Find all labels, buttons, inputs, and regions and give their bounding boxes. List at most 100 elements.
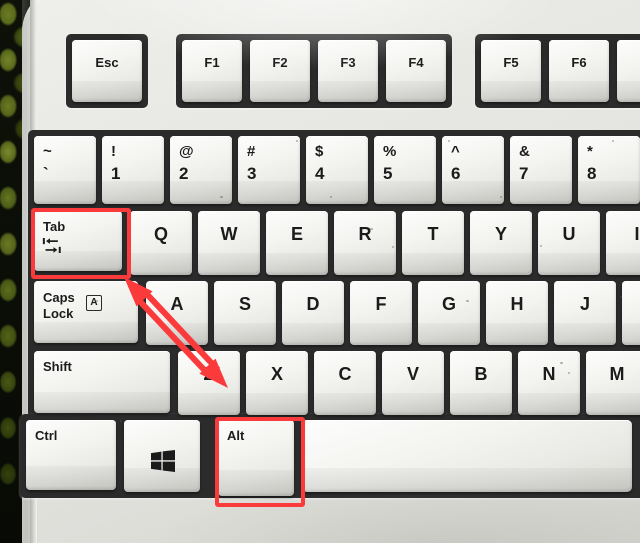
key-win[interactable] xyxy=(124,420,200,492)
key-g[interactable]: G xyxy=(418,281,480,345)
key-i[interactable]: I xyxy=(606,211,640,275)
key-tab[interactable]: Tab xyxy=(34,211,122,271)
key-label: Caps Lock xyxy=(43,290,75,322)
key-q[interactable]: Q xyxy=(130,211,192,275)
key-s[interactable]: S xyxy=(214,281,276,345)
key-n[interactable]: N xyxy=(518,351,580,415)
key-label: F4 xyxy=(408,55,424,71)
key-esc[interactable]: Esc xyxy=(72,40,142,102)
key-upper-legend: ~ xyxy=(43,143,52,160)
key-label: B xyxy=(474,364,488,385)
key-lower-legend: 5 xyxy=(383,164,393,183)
key-label: Z xyxy=(203,364,215,385)
key-k[interactable]: K xyxy=(622,281,640,345)
key-x[interactable]: X xyxy=(246,351,308,415)
key-label: V xyxy=(406,364,419,385)
key-label: Esc xyxy=(95,55,119,71)
key-label: A xyxy=(170,294,184,315)
key-label: F xyxy=(375,294,387,315)
key-f1[interactable]: F1 xyxy=(182,40,242,102)
key-digit4[interactable]: $4 xyxy=(306,136,368,204)
key-v[interactable]: V xyxy=(382,351,444,415)
key-digit8[interactable]: * 8 xyxy=(578,136,640,204)
key-lower-legend: 2 xyxy=(179,164,189,183)
key-digit7[interactable]: & 7 xyxy=(510,136,572,204)
key-digit1[interactable]: ! 1 xyxy=(102,136,164,204)
key-f[interactable]: F xyxy=(350,281,412,345)
key-backtick[interactable]: ~ ` xyxy=(34,136,96,204)
key-upper-legend: ^ xyxy=(451,143,460,160)
key-lower-legend: 6 xyxy=(451,164,461,183)
key-c[interactable]: C xyxy=(314,351,376,415)
key-f2[interactable]: F2 xyxy=(250,40,310,102)
screenshot-canvas: EscF1F2F3F4F5F6F7~`!1@2#3$4%5^6&7*8TabQW… xyxy=(0,0,640,543)
key-upper-legend: # xyxy=(247,143,256,160)
windows-logo-icon xyxy=(151,450,175,472)
key-label: F6 xyxy=(571,55,587,71)
key-f5[interactable]: F5 xyxy=(481,40,541,102)
key-z[interactable]: Z xyxy=(178,351,240,415)
key-label: Q xyxy=(153,224,168,245)
key-j[interactable]: J xyxy=(554,281,616,345)
key-upper-legend: @ xyxy=(179,143,194,160)
key-digit3[interactable]: #3 xyxy=(238,136,300,204)
key-f7[interactable]: F7 xyxy=(617,40,640,102)
key-f6[interactable]: F6 xyxy=(549,40,609,102)
tab-arrows-icon xyxy=(42,238,61,253)
key-label: K xyxy=(622,295,640,313)
key-digit2[interactable]: @2 xyxy=(170,136,232,204)
key-label: J xyxy=(579,294,590,315)
key-digit5[interactable]: % 5 xyxy=(374,136,436,204)
key-label: T xyxy=(427,224,439,245)
key-lower-legend: 7 xyxy=(519,164,529,183)
key-label: F2 xyxy=(272,55,288,71)
key-b[interactable]: B xyxy=(450,351,512,415)
key-label: H xyxy=(510,294,524,315)
key-label: F5 xyxy=(503,55,519,71)
key-r[interactable]: R xyxy=(334,211,396,275)
key-capslock[interactable]: Caps Lock A xyxy=(34,281,138,343)
key-label: Y xyxy=(494,224,507,245)
key-y[interactable]: Y xyxy=(470,211,532,275)
key-t[interactable]: T xyxy=(402,211,464,275)
key-label: C xyxy=(338,364,352,385)
key-label: U xyxy=(562,224,576,245)
key-f3[interactable]: F3 xyxy=(318,40,378,102)
key-digit6[interactable]: ^ 6 xyxy=(442,136,504,204)
key-label: I xyxy=(634,224,640,245)
key-a[interactable]: A xyxy=(146,281,208,345)
key-lower-legend: 8 xyxy=(587,164,597,183)
key-upper-legend: & xyxy=(519,143,530,160)
key-w[interactable]: W xyxy=(198,211,260,275)
key-space[interactable] xyxy=(302,420,632,492)
key-label: M xyxy=(609,364,625,385)
key-lower-legend: 1 xyxy=(111,164,121,183)
key-u[interactable]: U xyxy=(538,211,600,275)
key-d[interactable]: D xyxy=(282,281,344,345)
key-label: D xyxy=(306,294,320,315)
key-upper-legend: $ xyxy=(315,143,324,160)
key-label: F3 xyxy=(340,55,356,71)
key-label: S xyxy=(238,294,251,315)
key-lower-legend: ` xyxy=(43,164,49,183)
key-m[interactable]: M xyxy=(586,351,640,415)
key-e[interactable]: E xyxy=(266,211,328,275)
key-label: E xyxy=(290,224,303,245)
key-label: G xyxy=(441,294,456,315)
capslock-indicator-icon: A xyxy=(86,295,102,311)
key-label: Tab xyxy=(43,219,66,234)
key-h[interactable]: H xyxy=(486,281,548,345)
key-label: Shift xyxy=(43,359,72,374)
key-label: Ctrl xyxy=(35,428,58,443)
key-label: Alt xyxy=(227,428,245,443)
key-shift[interactable]: Shift xyxy=(34,351,170,413)
key-upper-legend: ! xyxy=(111,143,116,160)
key-upper-legend: % xyxy=(383,143,397,160)
key-alt[interactable]: Alt xyxy=(218,420,294,496)
key-upper-legend: * xyxy=(587,143,593,160)
key-ctrl[interactable]: Ctrl xyxy=(26,420,116,490)
key-label: X xyxy=(270,364,283,385)
key-label: F1 xyxy=(204,55,220,71)
key-f4[interactable]: F4 xyxy=(386,40,446,102)
key-label: R xyxy=(358,224,372,245)
